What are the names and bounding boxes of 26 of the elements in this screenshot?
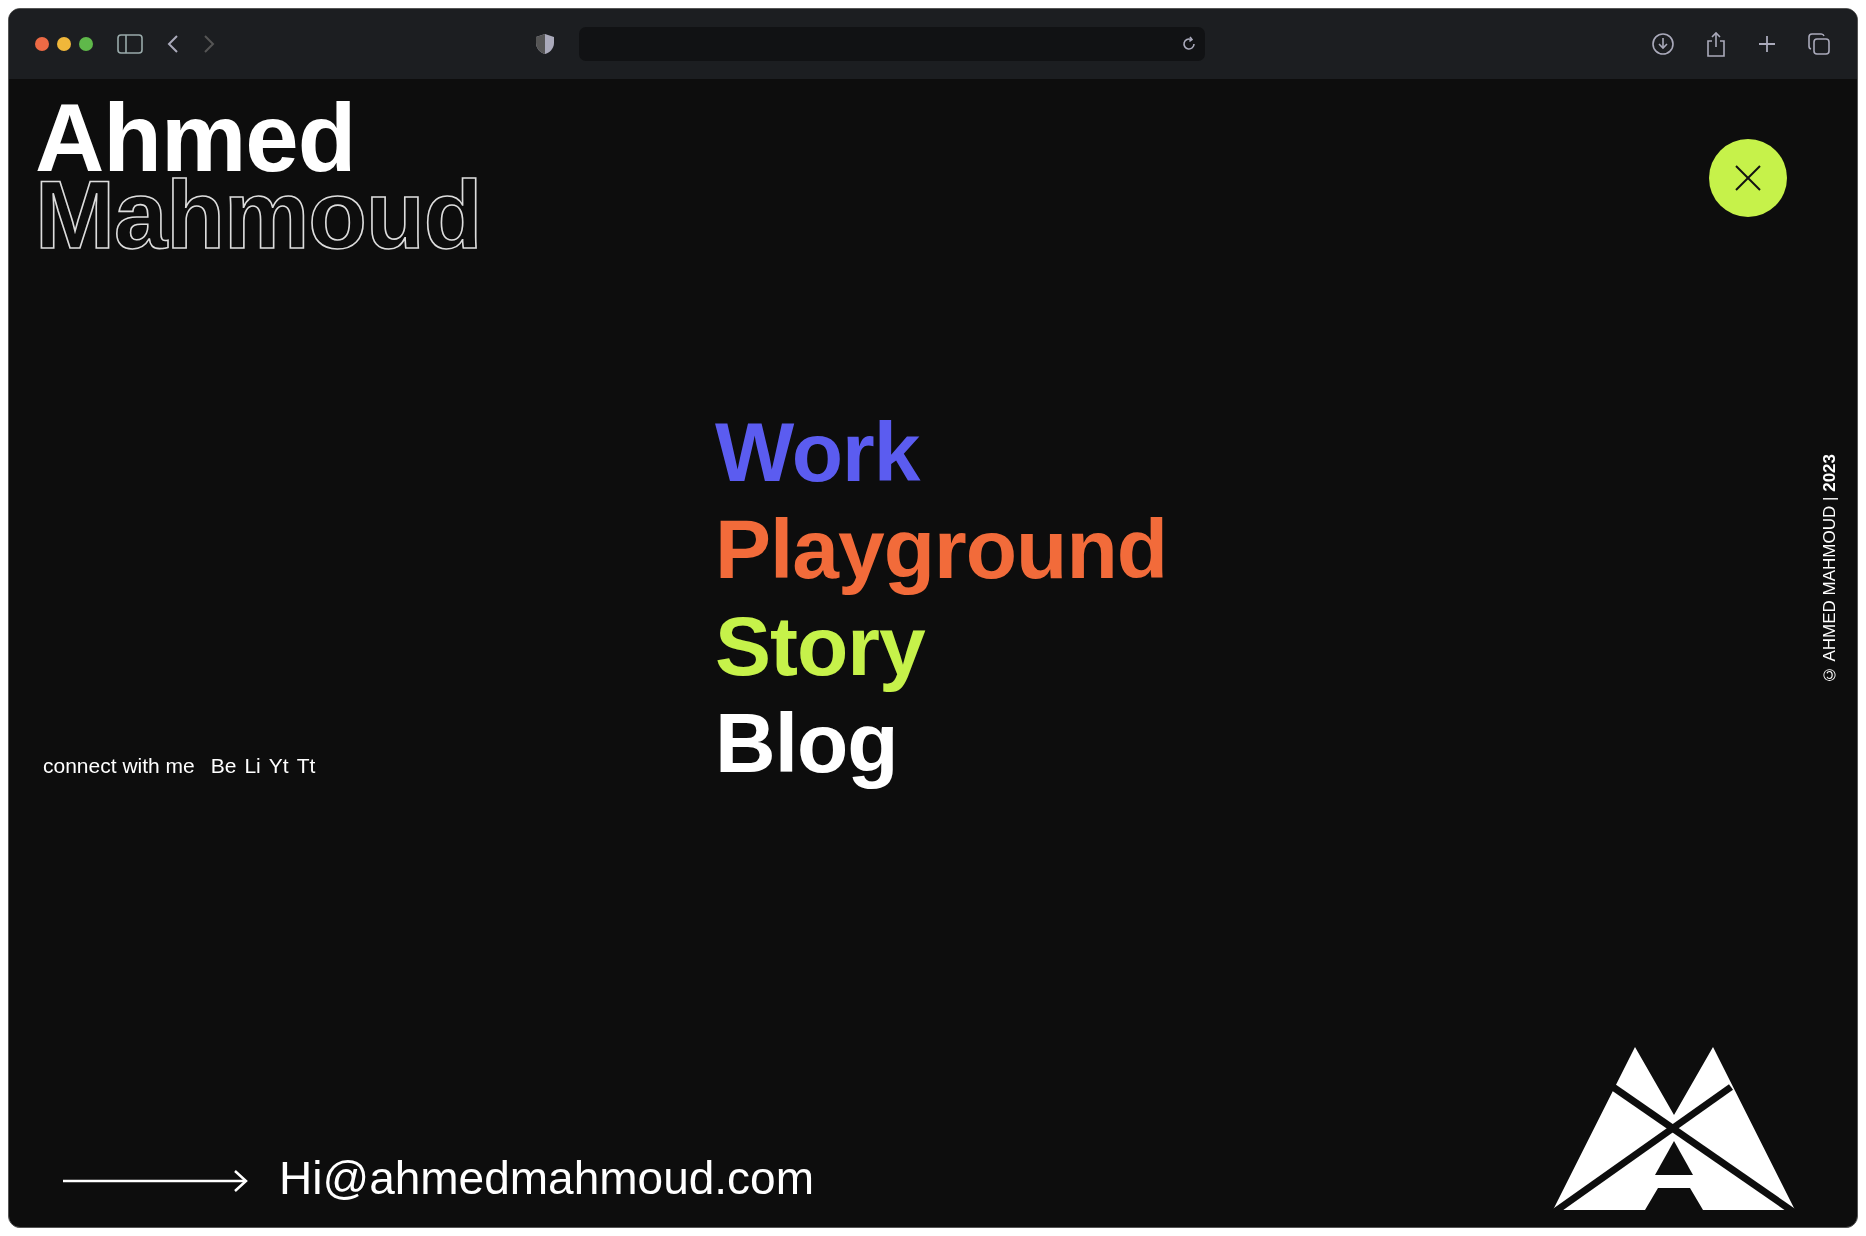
sidebar-icon[interactable]: [117, 34, 143, 54]
download-icon[interactable]: [1651, 32, 1675, 56]
close-icon: [1734, 164, 1762, 192]
name-first-line: Ahmed: [35, 101, 356, 176]
back-icon[interactable]: [167, 34, 179, 54]
name-outlined-line: Mahmoud: [35, 175, 482, 255]
menu-link[interactable]: Playground: [715, 501, 1168, 598]
menu-link[interactable]: Blog: [715, 695, 898, 792]
social-link[interactable]: Li: [244, 750, 261, 782]
reload-icon[interactable]: [1181, 36, 1197, 52]
copyright-text: © AHMED MAHMOUD | 2023: [1819, 453, 1841, 685]
arrow-icon: [63, 1169, 249, 1193]
social-link[interactable]: Yt: [268, 750, 289, 782]
tabs-overview-icon[interactable]: [1807, 32, 1831, 56]
menu-link[interactable]: Story: [715, 598, 925, 695]
maximize-window-button[interactable]: [79, 37, 93, 51]
social-link[interactable]: Be: [210, 750, 237, 782]
new-tab-icon[interactable]: [1757, 34, 1777, 54]
shield-icon[interactable]: [535, 33, 555, 55]
email-link[interactable]: Hi@ahmedmahmoud.com: [279, 1144, 815, 1213]
connect-label: connect with me: [43, 753, 195, 779]
minimize-window-button[interactable]: [57, 37, 71, 51]
menu-link[interactable]: Work: [715, 404, 920, 501]
social-link[interactable]: Tt: [296, 750, 316, 782]
share-icon[interactable]: [1705, 31, 1727, 57]
close-window-button[interactable]: [35, 37, 49, 51]
